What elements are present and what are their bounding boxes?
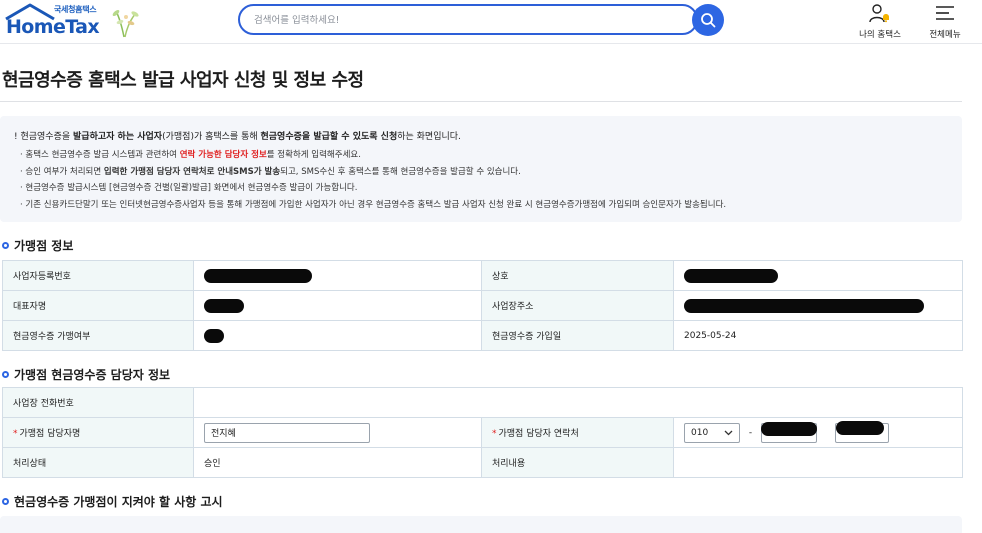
chevron-down-icon <box>724 430 733 435</box>
manager-phone-label: * 가맹점 담당자 연락처 <box>481 417 674 448</box>
phone-prefix-select[interactable]: 010 <box>684 422 740 443</box>
biz-no-label: 사업자등록번호 <box>2 260 194 291</box>
biz-no-value <box>193 260 482 291</box>
manager-name-label: * 가맹점 담당자명 <box>2 417 194 448</box>
contact-info-heading: 가맹점 현금영수증 담당자 정보 <box>2 366 170 383</box>
merchant-info-heading: 가맹점 정보 <box>2 237 73 254</box>
bullet-circle-icon <box>2 242 9 249</box>
trade-name-label: 상호 <box>481 260 674 291</box>
table-row: 처리상태 승인 처리내용 <box>2 447 963 478</box>
notice-item: · 현금영수증 발급시스템 [현금영수증 건별(일괄)발급] 화면에서 현금영수… <box>20 183 358 193</box>
obligations-box <box>0 516 962 533</box>
address-value <box>673 290 963 321</box>
merchant-info-table: 사업자등록번호 상호 대표자명 사업장주소 현금영수증 가맹여부 현금영수증 가… <box>2 260 963 351</box>
joined-value <box>193 320 482 351</box>
join-date-value: 2025-05-24 <box>673 320 963 351</box>
phone-label: 사업장 전화번호 <box>2 387 194 418</box>
leaf-icon <box>112 10 139 38</box>
status-label: 처리상태 <box>2 447 194 478</box>
top-header: 국세청홈택스 HomeTax 나의 홈택스 <box>0 0 982 44</box>
hamburger-menu-icon <box>936 6 954 20</box>
search-input[interactable] <box>254 12 674 28</box>
search-button[interactable] <box>692 4 724 36</box>
my-hometax-label: 나의 홈택스 <box>859 30 901 40</box>
table-row: *가맹점 담당자명 *가맹점 담당자 연락처 010 - <box>2 417 963 448</box>
title-divider <box>0 101 962 102</box>
required-mark: * <box>13 429 18 439</box>
redacted-block <box>761 421 817 436</box>
search-icon <box>701 13 716 28</box>
redacted-block <box>204 298 244 313</box>
manager-phone-cell: 010 - <box>673 417 963 448</box>
notice-main-text: ! 현금영수증을 발급하고자 하는 사업자(가맹점)가 홈택스를 통해 현금영수… <box>14 132 461 142</box>
detail-label: 처리내용 <box>481 447 674 478</box>
logo-subtitle: 국세청홈택스 <box>54 5 97 14</box>
detail-value <box>673 447 963 478</box>
address-label: 사업장주소 <box>481 290 674 321</box>
ceo-label: 대표자명 <box>2 290 194 321</box>
redacted-block <box>684 268 778 283</box>
obligations-heading: 현금영수증 가맹점이 지켜야 할 사항 고시 <box>2 493 223 510</box>
redacted-block <box>204 328 224 343</box>
join-date-label: 현금영수증 가입일 <box>481 320 674 351</box>
joined-label: 현금영수증 가맹여부 <box>2 320 194 351</box>
notice-item: · 승인 여부가 처리되면 입력한 가맹점 담당자 연락처로 안내SMS가 발송… <box>20 167 521 177</box>
phone-middle-input[interactable] <box>761 421 817 443</box>
table-row: 사업자등록번호 상호 <box>2 260 963 291</box>
redacted-block <box>835 420 884 435</box>
manager-name-input[interactable] <box>204 422 370 443</box>
ceo-value <box>193 290 482 321</box>
bullet-circle-icon <box>2 371 9 378</box>
page-title: 현금영수증 홈택스 발급 사업자 신청 및 정보 수정 <box>2 70 364 91</box>
phone-dash: - <box>748 427 753 438</box>
notice-item: · 기존 신용카드단말기 또는 인터넷현금영수증사업자 등을 통해 가맹점에 가… <box>20 200 727 210</box>
all-menu-button[interactable]: 전체메뉴 <box>925 3 965 40</box>
table-row: 사업장 전화번호 <box>2 387 963 418</box>
logo-wordmark: HomeTax <box>6 16 100 38</box>
redacted-block <box>204 268 312 283</box>
table-row: 대표자명 사업장주소 <box>2 290 963 321</box>
my-hometax-button[interactable]: 나의 홈택스 <box>856 3 904 40</box>
all-menu-label: 전체메뉴 <box>929 30 961 40</box>
user-bell-icon <box>869 4 889 23</box>
manager-name-cell <box>193 417 482 448</box>
phone-value <box>193 387 963 418</box>
trade-name-value <box>673 260 963 291</box>
table-row: 현금영수증 가맹여부 현금영수증 가입일 2025-05-24 <box>2 320 963 351</box>
phone-last-input[interactable] <box>834 420 889 443</box>
status-value: 승인 <box>193 447 482 478</box>
bullet-circle-icon <box>2 498 9 505</box>
notice-box: ! 현금영수증을 발급하고자 하는 사업자(가맹점)가 홈택스를 통해 현금영수… <box>0 116 962 222</box>
contact-info-table: 사업장 전화번호 *가맹점 담당자명 *가맹점 담당자 연락처 010 - 처리… <box>2 387 963 478</box>
redacted-block <box>684 298 924 313</box>
hometax-logo[interactable]: 국세청홈택스 HomeTax <box>4 3 144 41</box>
required-mark: * <box>492 429 497 439</box>
notice-item: · 홈택스 현금영수증 발급 시스템과 관련하여 연락 가능한 담당자 정보를 … <box>20 150 361 160</box>
search-box <box>238 4 698 35</box>
